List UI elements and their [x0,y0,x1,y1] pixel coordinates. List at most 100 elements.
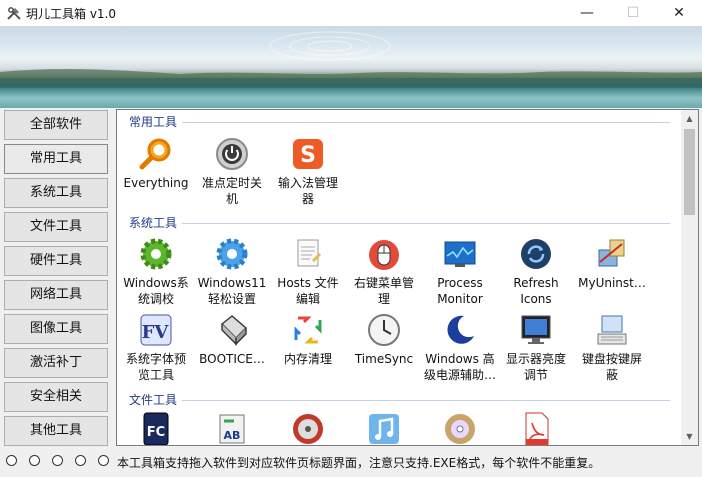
section-divider [182,400,670,401]
search-magnifier-icon [139,138,171,170]
app-tile-file-4[interactable] [345,411,423,445]
disk-icon [220,315,248,346]
app-label: 系统字体预 览工具 [125,352,186,382]
app-label: Windows11 轻松设置 [197,276,267,306]
nav-activation-patches[interactable]: 激活补丁 [4,348,108,378]
app-tile-timesync[interactable]: TimeSync [345,312,423,367]
nav-security[interactable]: 安全相关 [4,382,108,412]
window-title: 玥儿工具箱 v1.0 [26,7,117,21]
keyboard-icon [597,315,627,345]
app-tile-myuninstaller[interactable]: MyUninst… [573,236,651,291]
section-title-common: 常用工具 [129,115,178,129]
svg-text:AB: AB [224,429,241,442]
app-tile-key-blocker[interactable]: 键盘按键屏 蔽 [573,312,651,383]
mouse-icon [369,240,399,270]
app-label: Process Monitor [437,276,483,306]
app-label: Windows 高 级电源辅助… [423,352,496,382]
vertical-scrollbar[interactable]: ▲ ▼ [681,110,698,445]
radio-option-5[interactable] [98,455,109,466]
minimize-button[interactable]: — [564,0,610,26]
app-label: Everything [123,176,189,190]
nav-file-tools[interactable]: 文件工具 [4,212,108,242]
moon-icon [447,315,474,344]
app-tile-memory-clean[interactable]: 内存清理 [269,312,347,367]
app-tile-windows-tweaker[interactable]: Windows系 统调校 [117,236,195,307]
app-label: Refresh Icons [513,276,559,306]
app-tile-file-5[interactable] [421,411,499,445]
refresh-icon [521,239,551,269]
sogou-input-icon: S [293,139,323,169]
uninstaller-icon [598,239,625,267]
notepad-icon [297,239,321,267]
section-title-file: 文件工具 [129,393,178,407]
pdf-icon [525,412,549,445]
section-title-system: 系统工具 [129,216,178,230]
app-tile-font-preview[interactable]: FV 系统字体预 览工具 [117,312,195,383]
app-tile-ime-manager[interactable]: S 输入法管理 器 [269,136,347,207]
app-label: Hosts 文件 编辑 [277,276,339,306]
app-label: BOOTICE… [199,352,265,366]
radio-option-3[interactable] [52,455,63,466]
display-icon [521,315,551,344]
app-tile-win11-settings[interactable]: Windows11 轻松设置 [193,236,271,307]
monitor-graph-icon [444,241,476,267]
app-label: Windows系 统调校 [123,276,189,306]
music-icon [369,414,399,444]
app-tile-file-6[interactable] [497,411,575,445]
radio-option-2[interactable] [29,455,40,466]
nav-network-tools[interactable]: 网络工具 [4,280,108,310]
memory-clean-icon [294,316,322,344]
app-label: 右键菜单管 理 [353,276,414,306]
disc-burn-icon [293,414,323,444]
app-tile-bootice[interactable]: BOOTICE… [193,312,271,367]
radio-option-1[interactable] [6,455,17,466]
nav-hardware-tools[interactable]: 硬件工具 [4,246,108,276]
app-tile-everything[interactable]: Everything [117,136,195,191]
maximize-button[interactable]: ☐ [610,0,656,26]
blue-gear-icon [216,238,248,270]
status-message: 本工具箱支持拖入软件到对应软件页标题界面，注意只支持.EXE格式，每个软件不能重… [117,456,601,470]
app-tile-power-helper[interactable]: Windows 高 级电源辅助… [421,312,499,383]
font-preview-icon: FV [140,314,172,346]
app-tile-shutdown-timer[interactable]: 准点定时关 机 [193,136,271,207]
app-tile-process-monitor[interactable]: Process Monitor [421,236,499,307]
green-gear-icon [140,238,172,270]
clock-icon [368,314,400,346]
tools-icon [7,7,21,20]
scroll-thumb[interactable] [684,129,695,215]
status-bar: 本工具箱支持拖入软件到对应软件页标题界面，注意只支持.EXE格式，每个软件不能重… [0,448,702,477]
title-bar: 玥儿工具箱 v1.0 — ☐ ✕ [0,0,702,26]
app-tile-file-3[interactable] [269,411,347,445]
close-button[interactable]: ✕ [656,0,702,26]
svg-text:FC: FC [147,425,165,440]
power-icon [216,138,248,170]
app-label: 输入法管理 器 [277,176,338,206]
app-label: 准点定时关 机 [201,176,262,206]
app-label: 内存清理 [283,352,332,366]
rename-ab-icon: AB [219,414,245,444]
svg-text:FV: FV [142,322,170,343]
nav-other-tools[interactable]: 其他工具 [4,416,108,446]
app-label: 键盘按键屏 蔽 [581,352,642,382]
svg-text:S: S [300,143,316,168]
app-tile-file-2[interactable]: AB [193,411,271,445]
nav-system-tools[interactable]: 系统工具 [4,178,108,208]
header-banner-image [0,26,702,108]
fc-icon: FC [143,412,169,445]
nav-common-tools[interactable]: 常用工具 [4,144,108,174]
app-tile-file-1[interactable]: FC [117,411,195,445]
app-label: TimeSync [354,352,414,366]
app-tile-brightness[interactable]: 显示器亮度 调节 [497,312,575,383]
category-sidebar: 全部软件 常用工具 系统工具 文件工具 硬件工具 网络工具 图像工具 激活补丁 … [4,110,112,450]
software-panel: 常用工具 Everything 准点定时关 机 S 输入法管理 器 系统工具 W… [116,109,699,446]
section-divider [182,223,670,224]
app-tile-hosts-editor[interactable]: Hosts 文件 编辑 [269,236,347,307]
scroll-up-arrow-icon[interactable]: ▲ [681,110,698,127]
scroll-down-arrow-icon[interactable]: ▼ [681,428,698,445]
nav-all-software[interactable]: 全部软件 [4,110,108,140]
nav-image-tools[interactable]: 图像工具 [4,314,108,344]
app-tile-refresh-icons[interactable]: Refresh Icons [497,236,575,307]
app-tile-context-menu[interactable]: 右键菜单管 理 [345,236,423,307]
app-label: MyUninst… [578,276,646,290]
radio-option-4[interactable] [75,455,86,466]
